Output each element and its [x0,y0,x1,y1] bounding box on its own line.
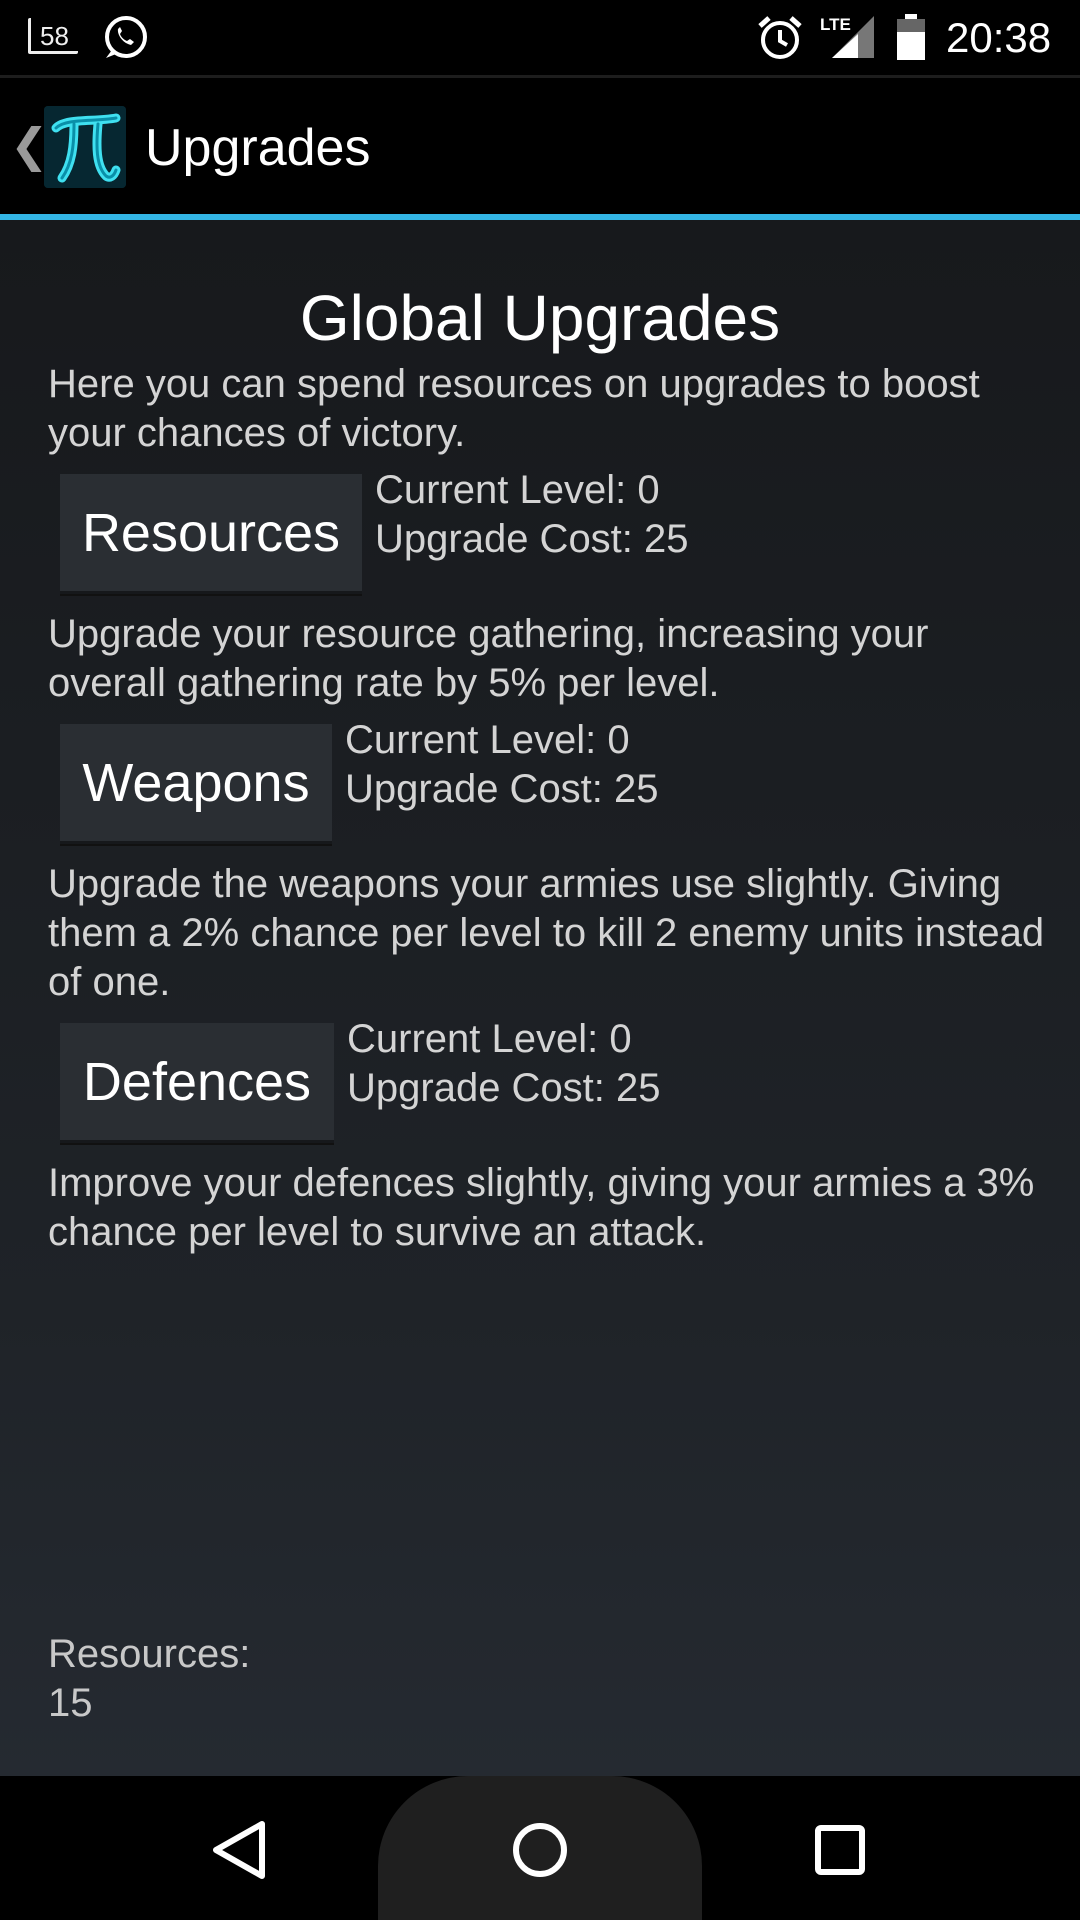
defences-upgrade-button[interactable]: Defences [60,1023,334,1143]
lte-signal-icon: LTE [820,15,874,58]
navigation-bar [0,1776,1080,1920]
defences-description: Improve your defences slightly, giving y… [48,1161,1035,1254]
lte-label: LTE [820,15,851,34]
weapons-description: Upgrade the weapons your armies use slig… [48,862,1045,1004]
defences-current-level: Current Level: 0 [347,1017,632,1061]
recents-icon[interactable] [800,1810,880,1890]
app-logo-pi-icon[interactable] [44,106,126,188]
defences-upgrade-cost: Upgrade Cost: 25 [347,1066,661,1110]
resources-description: Upgrade your resource gathering, increas… [48,612,929,705]
upgrades-content: Global Upgrades Here you can spend resou… [0,220,1080,1776]
resources-total-value: 15 [48,1681,93,1725]
page-title: Upgrades [145,119,371,177]
alarm-icon [758,16,802,59]
back-chevron-icon[interactable]: ❮ [10,120,49,170]
weapons-upgrade-cost: Upgrade Cost: 25 [345,767,659,811]
resources-upgrade-button[interactable]: Resources [60,474,362,594]
battery-icon [897,14,925,60]
status-bar: 58 LTE 20:38 [0,0,1080,75]
resources-upgrade-cost: Upgrade Cost: 25 [375,517,689,561]
action-bar: ❮ Upgrades [0,78,1080,214]
back-icon[interactable] [200,1810,280,1890]
notification-count-icon: 58 [28,18,78,54]
status-clock: 20:38 [946,14,1052,61]
weapons-upgrade-button[interactable]: Weapons [60,724,332,844]
global-upgrades-heading: Global Upgrades [299,282,781,354]
resources-current-level: Current Level: 0 [375,468,660,512]
whatsapp-icon [105,16,147,58]
weapons-current-level: Current Level: 0 [345,718,630,762]
intro-text: Here you can spend resources on upgrades… [48,362,980,455]
home-icon[interactable] [500,1810,580,1890]
resources-total-label: Resources: [48,1632,251,1676]
